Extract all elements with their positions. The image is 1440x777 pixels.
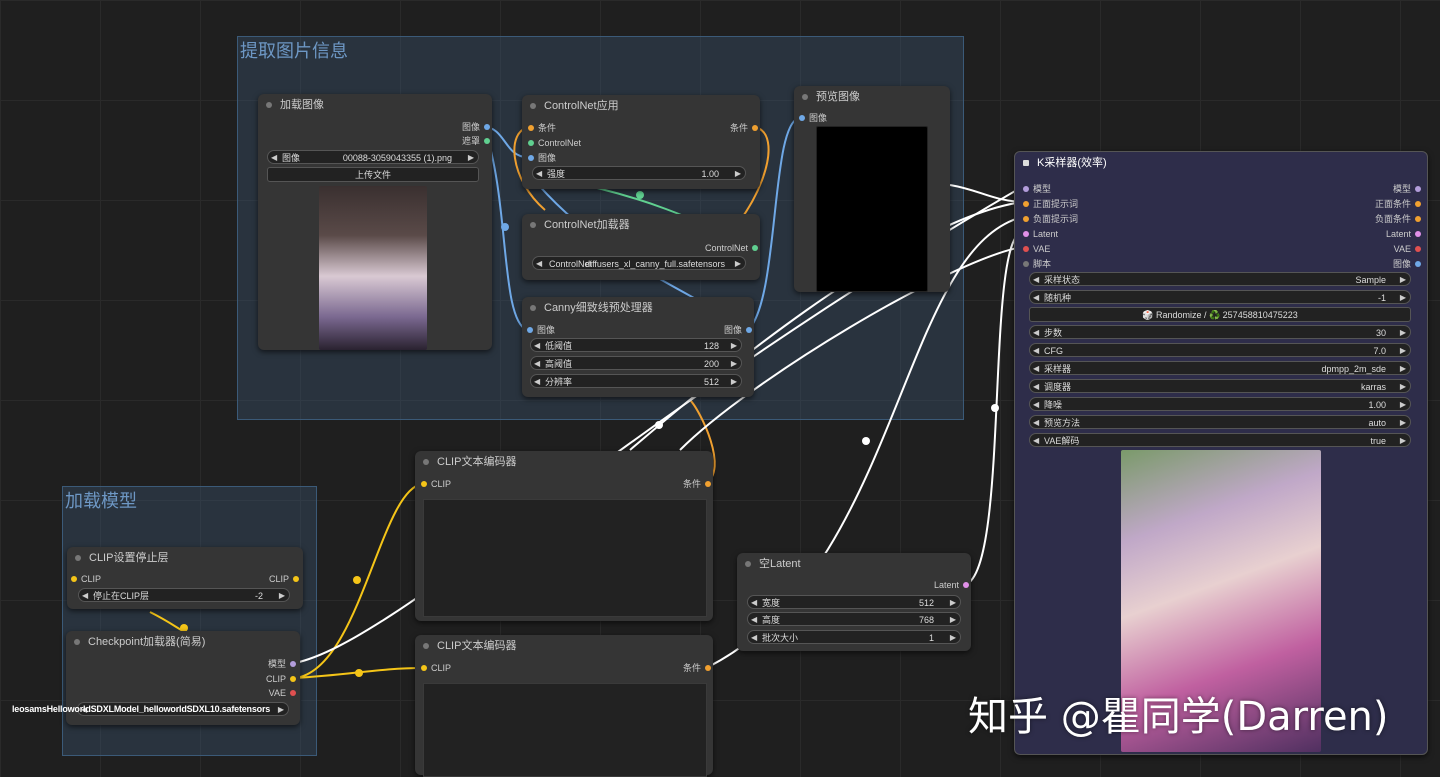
denoise[interactable]: ◀ 降噪 1.00 ▶ [1029, 397, 1411, 411]
scheduler[interactable]: ◀ 调度器 karras ▶ [1029, 379, 1411, 393]
sampler-state[interactable]: ◀ 采样状态 Sample ▶ [1029, 272, 1411, 286]
output-image[interactable]: 图像 [724, 323, 754, 337]
input-image[interactable]: 图像 [526, 151, 556, 165]
output-vae[interactable]: VAE [1394, 242, 1423, 256]
output-image[interactable]: 图像 [1393, 257, 1423, 271]
strength-slider[interactable]: ◀ 强度 1.00 ▶ [532, 166, 746, 180]
resolution[interactable]: ◀ 分辨率 512 ▶ [530, 374, 742, 388]
output-model[interactable]: 模型 [268, 657, 298, 671]
input-clip[interactable]: CLIP [69, 572, 101, 586]
output-conditioning[interactable]: 条件 [683, 661, 713, 675]
node-title[interactable]: Canny细致线预处理器 [522, 297, 754, 319]
controlnet-model-select[interactable]: ◀ ControlNet diffusers_xl_canny_full.safet… [532, 256, 746, 270]
input-image[interactable]: 图像 [797, 111, 827, 125]
input-model[interactable]: 模型 [1021, 182, 1051, 196]
output-negative[interactable]: 负面条件 [1375, 212, 1423, 226]
node-title[interactable]: ControlNet加载器 [522, 214, 760, 236]
node-empty-latent[interactable]: 空Latent Latent ◀ 宽度 512 ▶ ◀ 高度 768 ▶ ◀ 批次大小 1 ▶ [737, 553, 971, 651]
width-field[interactable]: ◀ 宽度 512 ▶ [747, 595, 961, 609]
node-controlnet-loader[interactable]: ControlNet加载器 ControlNet ◀ ControlNet diff… [522, 214, 760, 280]
node-clip-set-last-layer[interactable]: CLIP设置停止层 CLIP CLIP ◀ 停止在CLIP层 -2 ▶ [67, 547, 303, 609]
upload-button[interactable]: 上传文件 [267, 167, 479, 182]
batch-size-field[interactable]: ◀ 批次大小 1 ▶ [747, 630, 961, 644]
input-vae[interactable]: VAE [1021, 242, 1050, 256]
node-load-image[interactable]: 加载图像 图像 遮罩 ◀ 图像 00088-3059043355 (1).png ▶… [258, 94, 492, 350]
preview-method[interactable]: ◀ 预览方法 auto ▶ [1029, 415, 1411, 429]
loaded-image-thumbnail [319, 186, 427, 350]
node-title[interactable]: Checkpoint加载器(简易) [66, 631, 300, 653]
node-ksampler-efficient[interactable]: K采样器(效率) 模型 正面提示词 负面提示词 Latent VAE 脚本 模型… [1014, 151, 1428, 755]
arrow-right-icon: ▶ [467, 153, 474, 162]
arrow-left-icon: ◀ [271, 153, 278, 162]
node-title[interactable]: ControlNet应用 [522, 95, 760, 117]
high-threshold[interactable]: ◀ 高阈值 200 ▶ [530, 356, 742, 370]
checkpoint-name-overflow-text: leosamsHelloworldSDXLModel_helloworldSDX… [12, 704, 271, 714]
output-image[interactable]: 图像 [462, 120, 492, 134]
input-conditioning[interactable]: 条件 [526, 121, 556, 135]
output-clip[interactable]: CLIP [269, 572, 301, 586]
output-latent[interactable]: Latent [1386, 227, 1423, 241]
cfg[interactable]: ◀ CFG 7.0 ▶ [1029, 343, 1411, 357]
canny-preview-image [816, 126, 928, 292]
output-latent[interactable]: Latent [934, 578, 971, 592]
node-title[interactable]: K采样器(效率) [1015, 152, 1427, 174]
prompt-textarea[interactable] [423, 683, 707, 777]
wire-clipskip [149, 611, 186, 633]
node-title[interactable]: CLIP文本编码器 [415, 451, 713, 473]
output-conditioning[interactable]: 条件 [730, 121, 760, 135]
node-clip-text-encode-negative[interactable]: CLIP文本编码器 CLIP 条件 [415, 635, 713, 777]
node-title[interactable]: 预览图像 [794, 86, 950, 108]
output-model[interactable]: 模型 [1393, 182, 1423, 196]
output-vae[interactable]: VAE [269, 686, 298, 700]
input-clip[interactable]: CLIP [419, 477, 451, 491]
input-positive[interactable]: 正面提示词 [1021, 197, 1078, 211]
output-conditioning[interactable]: 条件 [683, 477, 713, 491]
input-clip[interactable]: CLIP [419, 661, 451, 675]
output-clip[interactable]: CLIP [266, 672, 298, 686]
watermark-text: 知乎 @瞿同学(Darren) [968, 694, 1389, 740]
input-negative[interactable]: 负面提示词 [1021, 212, 1078, 226]
output-controlnet[interactable]: ControlNet [705, 241, 760, 255]
node-title[interactable]: 加载图像 [258, 94, 492, 116]
node-controlnet-apply[interactable]: ControlNet应用 条件 ControlNet 图像 条件 ◀ 强度 1.00… [522, 95, 760, 189]
height-field[interactable]: ◀ 高度 768 ▶ [747, 612, 961, 626]
node-title[interactable]: 空Latent [737, 553, 971, 575]
seed[interactable]: ◀ 随机种 -1 ▶ [1029, 290, 1411, 304]
collapse-dot-icon[interactable] [266, 102, 272, 108]
node-title[interactable]: CLIP设置停止层 [67, 547, 303, 569]
prompt-textarea[interactable] [423, 499, 707, 617]
input-image[interactable]: 图像 [525, 323, 555, 337]
output-mask[interactable]: 遮罩 [462, 134, 492, 148]
node-title[interactable]: CLIP文本编码器 [415, 635, 713, 657]
randomize-seed-button[interactable]: 🎲 Randomize / ♻️ 257458810475223 [1029, 307, 1411, 322]
node-clip-text-encode-positive[interactable]: CLIP文本编码器 CLIP 条件 [415, 451, 713, 621]
low-threshold[interactable]: ◀ 低阈值 128 ▶ [530, 338, 742, 352]
node-canny-preprocessor[interactable]: Canny细致线预处理器 图像 图像 ◀ 低阈值 128 ▶ ◀ 高阈值 200 ▶ ◀ 分辨… [522, 297, 754, 397]
image-select[interactable]: ◀ 图像 00088-3059043355 (1).png ▶ [267, 150, 479, 164]
stop-at-layer[interactable]: ◀ 停止在CLIP层 -2 ▶ [78, 588, 290, 602]
input-controlnet[interactable]: ControlNet [526, 136, 581, 150]
output-positive[interactable]: 正面条件 [1375, 197, 1423, 211]
input-script[interactable]: 脚本 [1021, 257, 1051, 271]
vae-decode[interactable]: ◀ VAE解码 true ▶ [1029, 433, 1411, 447]
steps[interactable]: ◀ 步数 30 ▶ [1029, 325, 1411, 339]
node-preview-image[interactable]: 预览图像 图像 [794, 86, 950, 292]
sampler-name[interactable]: ◀ 采样器 dpmpp_2m_sde ▶ [1029, 361, 1411, 375]
input-latent[interactable]: Latent [1021, 227, 1058, 241]
